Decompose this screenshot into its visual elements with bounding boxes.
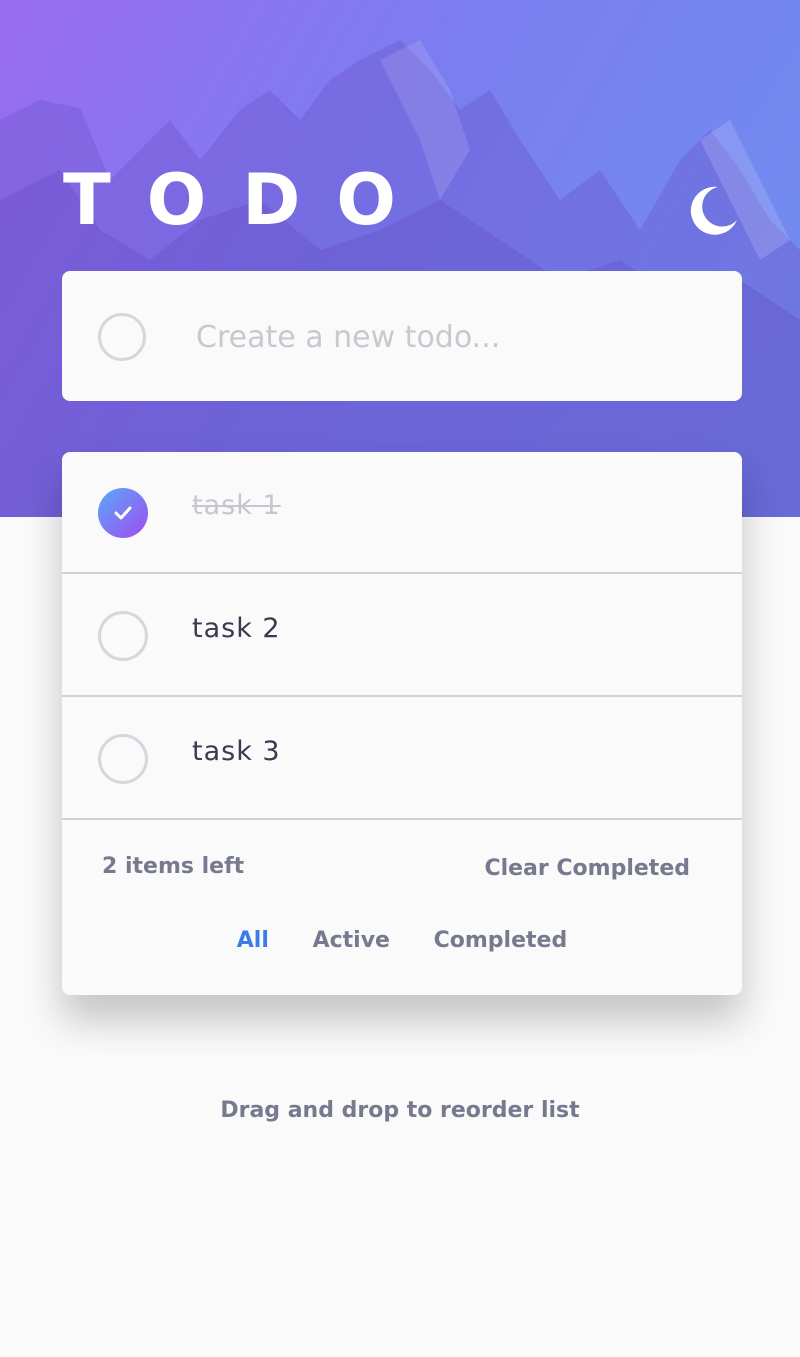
app-title: TODO xyxy=(63,159,432,241)
list-footer: 2 items left Clear Completed xyxy=(62,822,742,902)
todo-checkbox[interactable] xyxy=(98,611,148,661)
new-todo-checkbox[interactable] xyxy=(98,313,146,361)
filter-tabs: All Active Completed xyxy=(62,928,742,953)
todo-list: task 1 task 2 task 3 2 items left Clear … xyxy=(62,452,742,995)
new-todo-card xyxy=(62,271,742,401)
hero-background xyxy=(0,0,800,517)
todo-item[interactable]: task 2 xyxy=(62,575,742,697)
reorder-hint: Drag and drop to reorder list xyxy=(220,1098,580,1123)
todo-checkbox[interactable] xyxy=(98,734,148,784)
todo-item[interactable]: task 3 xyxy=(62,698,742,820)
filter-completed[interactable]: Completed xyxy=(434,928,568,953)
filter-active[interactable]: Active xyxy=(313,928,390,953)
new-todo-input[interactable] xyxy=(194,301,698,373)
moon-icon xyxy=(690,186,737,235)
clear-completed-button[interactable]: Clear Completed xyxy=(484,856,690,881)
checkmark-icon xyxy=(114,506,132,520)
theme-toggle-button[interactable] xyxy=(684,184,738,238)
todo-text: task 2 xyxy=(192,613,281,644)
todo-item[interactable]: task 1 xyxy=(62,452,742,574)
todo-checkbox-checked[interactable] xyxy=(98,488,148,538)
items-left-count: 2 items left xyxy=(102,854,245,879)
mountain-background-image xyxy=(0,40,800,517)
filter-all[interactable]: All xyxy=(237,928,269,953)
todo-text: task 3 xyxy=(192,736,281,767)
todo-text: task 1 xyxy=(192,490,281,521)
